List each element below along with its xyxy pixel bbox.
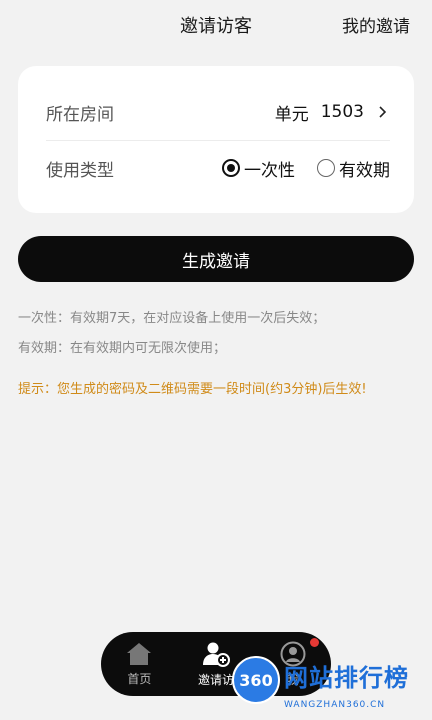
my-invitations-link[interactable]: 我的邀请 [342,12,410,37]
watermark: 360 网站排行榜 WANGZHAN360.CN [232,656,428,718]
room-label: 所在房间 [46,104,114,125]
tab-home-label: 首页 [127,671,152,686]
room-number: 1503 [320,102,364,122]
radio-one-time-label: 一次性 [244,160,295,181]
radio-unselected-icon[interactable] [317,159,335,177]
tip-text: 提示：您生成的密码及二维码需要一段时间(约3分钟)后生效! [18,382,367,397]
notification-badge [310,638,320,647]
type-row: 使用类型 一次性 有效期 [46,140,390,196]
room-row[interactable]: 所在房间 单元 1503 [46,84,390,141]
radio-validity-label: 有效期 [339,160,390,181]
room-unit: 单元 [274,104,309,125]
type-label: 使用类型 [46,160,114,181]
chevron-right-icon [379,106,387,118]
invite-form-card: 所在房间 单元 1503 使用类型 一次性 有效期 [18,66,414,213]
watermark-logo: 360 [232,656,280,704]
generate-invite-button[interactable]: 生成邀请 [18,236,414,282]
room-value[interactable]: 单元 1503 [275,100,390,125]
invite-visitor-icon [203,642,230,667]
header: 邀请访客 我的邀请 [0,0,432,50]
watermark-subtitle: WANGZHAN360.CN [284,700,386,710]
watermark-title: 网站排行榜 [284,664,409,692]
radio-validity[interactable]: 有效期 [317,156,390,181]
radio-selected-icon[interactable] [222,159,240,177]
home-icon [127,642,152,665]
type-radio-group: 一次性 有效期 [222,156,390,181]
radio-one-time[interactable]: 一次性 [222,156,295,181]
tab-home[interactable]: 首页 [101,632,178,696]
note-one-time: 一次性：有效期7天，在对应设备上使用一次后失效； [18,311,326,326]
tab-invite-label: 邀请访 [198,672,235,687]
note-validity: 有效期：在有效期内可无限次使用； [18,341,227,356]
